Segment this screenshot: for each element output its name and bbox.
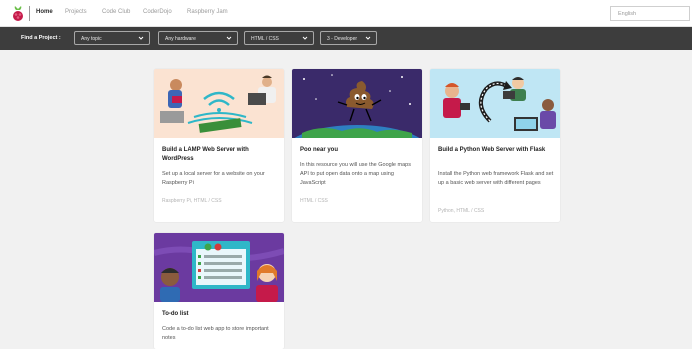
level-dropdown-value: 3 - Developer: [327, 36, 358, 42]
filter-bar: Find a Project : Any topic Any hardware …: [0, 27, 692, 50]
top-nav: Home Projects Code Club CoderDojo Raspbe…: [0, 0, 692, 27]
lamp-server-illustration: [154, 69, 284, 138]
hardware-dropdown[interactable]: Any hardware: [158, 31, 238, 45]
chevron-down-icon: [138, 36, 144, 40]
flask-server-illustration: [430, 69, 560, 138]
topic-dropdown-value: Any topic: [81, 36, 102, 42]
chevron-down-icon: [365, 36, 371, 40]
nav-divider: [29, 6, 30, 21]
nav-code-club[interactable]: Code Club: [102, 9, 130, 15]
filter-label: Find a Project :: [21, 35, 61, 41]
project-card[interactable]: Poo near you In this resource you will u…: [292, 69, 422, 222]
todo-list-illustration: [154, 233, 284, 302]
card-description: In this resource you will use the Google…: [300, 162, 411, 186]
card-tags: Raspberry Pi, HTML / CSS: [162, 198, 222, 204]
nav-coderdojo[interactable]: CoderDojo: [143, 9, 172, 15]
language-filter-value: HTML / CSS: [251, 36, 279, 42]
nav-raspberry-jam[interactable]: Raspberry Jam: [187, 9, 228, 15]
card-tags: Python, HTML / CSS: [438, 208, 485, 214]
project-card[interactable]: Build a LAMP Web Server with WordPress S…: [154, 69, 284, 222]
level-dropdown[interactable]: 3 - Developer: [320, 31, 377, 45]
card-title[interactable]: To-do list: [162, 310, 276, 319]
language-filter-dropdown[interactable]: HTML / CSS: [244, 31, 314, 45]
topic-dropdown[interactable]: Any topic: [74, 31, 150, 45]
card-description: Code a to-do list web app to store impor…: [162, 326, 269, 341]
nav-projects[interactable]: Projects: [65, 9, 87, 15]
card-description: Set up a local server for a website on y…: [162, 171, 265, 186]
raspberry-pi-logo-icon[interactable]: [11, 5, 25, 22]
chevron-down-icon: [302, 36, 308, 40]
chevron-down-icon: [226, 36, 232, 40]
hardware-dropdown-value: Any hardware: [165, 36, 196, 42]
card-title[interactable]: Build a Python Web Server with Flask: [438, 146, 552, 155]
project-card[interactable]: To-do list Code a to-do list web app to …: [154, 233, 284, 349]
card-title[interactable]: Poo near you: [300, 146, 414, 155]
language-select[interactable]: English: [610, 6, 690, 21]
poo-emoji-space-illustration: [292, 69, 422, 138]
card-description: Install the Python web framework Flask a…: [438, 171, 554, 186]
card-tags: HTML / CSS: [300, 198, 328, 204]
card-title[interactable]: Build a LAMP Web Server with WordPress: [162, 146, 276, 164]
nav-home[interactable]: Home: [36, 9, 53, 15]
project-card[interactable]: Build a Python Web Server with Flask Ins…: [430, 69, 560, 222]
